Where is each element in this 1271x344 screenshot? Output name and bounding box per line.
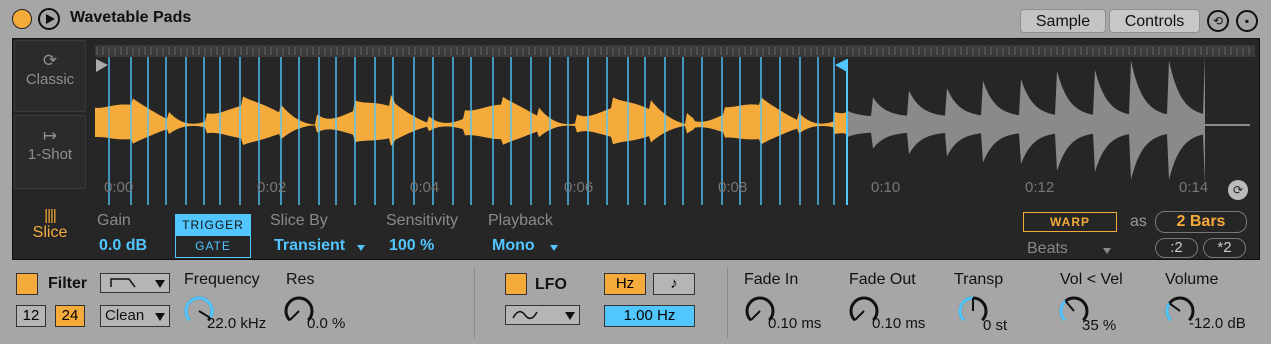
start-marker-flag: [96, 59, 108, 72]
playback-chevron-icon[interactable]: [550, 245, 558, 251]
volume-value: -12.0 dB: [1189, 315, 1246, 332]
tab-sample[interactable]: Sample: [1020, 9, 1106, 33]
slice-by-label: Slice By: [270, 212, 328, 229]
one-shot-icon: ↦: [42, 126, 58, 145]
filter-label: Filter: [48, 275, 88, 292]
knob-value-arc: [1165, 302, 1172, 322]
transp-value: 0 st: [983, 317, 1008, 334]
knob-needle: [854, 310, 865, 321]
fade-out-label: Fade Out: [849, 271, 916, 288]
knob-needle: [1064, 300, 1075, 312]
mode-classic-button[interactable]: ⟳ Classic: [14, 40, 86, 112]
vol-vel-label: Vol < Vel: [1060, 271, 1123, 288]
follow-icon[interactable]: ⟳: [1228, 180, 1248, 200]
lfo-sync-button[interactable]: ♪: [653, 273, 695, 295]
waveform-inactive: [847, 55, 1205, 185]
chevron-down-icon: [155, 280, 165, 288]
mode-one-shot-label: 1-Shot: [27, 146, 73, 163]
knob-needle: [750, 310, 761, 321]
mode-one-shot-button[interactable]: ↦ 1-Shot: [14, 115, 86, 189]
time-label: 0:12: [1025, 179, 1055, 196]
slice-by-value[interactable]: Transient: [274, 237, 345, 255]
slice-by-chevron-icon[interactable]: [357, 245, 365, 251]
section-divider: [474, 268, 475, 338]
mode-classic-label: Classic: [25, 71, 75, 88]
preview-play-button[interactable]: [38, 8, 60, 30]
res-label: Res: [286, 271, 315, 288]
mode-slice-label: Slice: [32, 224, 68, 241]
trigger-gate-toggle[interactable]: TRIGGER GATE: [175, 214, 251, 258]
res-value: 0.0 %: [307, 315, 346, 332]
slope-12-button[interactable]: 12: [16, 305, 46, 327]
bottom-controls: Filter 12 24 Clean Frequency 22.0 kHz Re…: [0, 262, 1271, 344]
playback-value[interactable]: Mono: [492, 237, 535, 255]
sensitivity-value[interactable]: 100 %: [389, 237, 434, 255]
device-title: Wavetable Pads: [70, 9, 192, 26]
lfo-toggle[interactable]: [505, 273, 527, 295]
sensitivity-label: Sensitivity: [386, 212, 459, 229]
half-tempo-button[interactable]: :2: [1155, 238, 1198, 258]
trigger-option[interactable]: TRIGGER: [176, 215, 250, 236]
gain-value[interactable]: 0.0 dB: [99, 237, 147, 255]
playback-label: Playback: [488, 212, 553, 229]
sine-wave-icon: [512, 310, 538, 320]
lfo-label: LFO: [535, 276, 567, 293]
frequency-label: Frequency: [184, 271, 260, 288]
time-label: 0:02: [257, 179, 287, 196]
lfo-rate-field[interactable]: 1.00 Hz: [604, 305, 695, 327]
chevron-down-icon: [155, 313, 165, 321]
time-label: 0:06: [564, 179, 594, 196]
time-label: 0:10: [871, 179, 901, 196]
lfo-shape-dropdown[interactable]: [505, 305, 580, 325]
time-label: 0:08: [718, 179, 748, 196]
mode-slice-button[interactable]: |||| Slice: [14, 195, 86, 255]
gate-option[interactable]: GATE: [176, 236, 250, 257]
knob-needle: [1168, 302, 1181, 312]
double-tempo-button[interactable]: *2: [1203, 238, 1246, 258]
gain-label: Gain: [97, 212, 131, 229]
slice-icon: ||||: [44, 207, 57, 224]
warp-mode-chevron-icon[interactable]: [1103, 248, 1111, 254]
volume-label: Volume: [1165, 271, 1219, 288]
simpler-device: Wavetable Pads Sample Controls ⟲ ▪ ⟳ Cla…: [0, 0, 1271, 344]
warp-bars-field[interactable]: 2 Bars: [1155, 211, 1247, 233]
chevron-down-icon: [565, 312, 575, 320]
fade-out-value: 0.10 ms: [872, 315, 926, 332]
warp-mode-value[interactable]: Beats: [1027, 240, 1068, 258]
device-header: Wavetable Pads Sample Controls ⟲ ▪: [0, 0, 1271, 38]
vol-vel-value: 35 %: [1082, 317, 1117, 334]
time-label: 0:04: [410, 179, 440, 196]
device-fold-button[interactable]: [12, 9, 32, 29]
transp-label: Transp: [954, 271, 1004, 288]
knob-needle: [289, 310, 300, 321]
filter-circuit-value: Clean: [105, 307, 145, 324]
warp-button[interactable]: WARP: [1023, 212, 1117, 232]
save-preset-icon[interactable]: ▪: [1236, 10, 1258, 32]
filter-circuit-dropdown[interactable]: Clean: [100, 305, 170, 327]
fade-in-label: Fade In: [744, 271, 799, 288]
end-marker-flag: [835, 59, 847, 72]
lfo-hz-button[interactable]: Hz: [604, 273, 646, 295]
tab-controls[interactable]: Controls: [1109, 9, 1200, 33]
warp-as-label: as: [1130, 213, 1147, 230]
filter-type-dropdown[interactable]: [100, 273, 170, 293]
fade-in-value: 0.10 ms: [768, 315, 822, 332]
section-divider: [727, 268, 728, 338]
filter-toggle[interactable]: [16, 273, 38, 295]
slope-24-button[interactable]: 24: [55, 305, 85, 327]
hot-swap-icon[interactable]: ⟲: [1207, 10, 1229, 32]
loop-icon: ⟳: [42, 51, 58, 70]
sample-panel: ⟳ Classic ↦ 1-Shot |||| Slice 0:00 0:02 …: [12, 38, 1260, 260]
time-label: 0:00: [104, 179, 134, 196]
knob-value-arc: [1059, 299, 1067, 322]
frequency-value: 22.0 kHz: [207, 315, 267, 332]
time-label: 0:14: [1179, 179, 1209, 196]
lowpass-icon: [110, 278, 136, 288]
